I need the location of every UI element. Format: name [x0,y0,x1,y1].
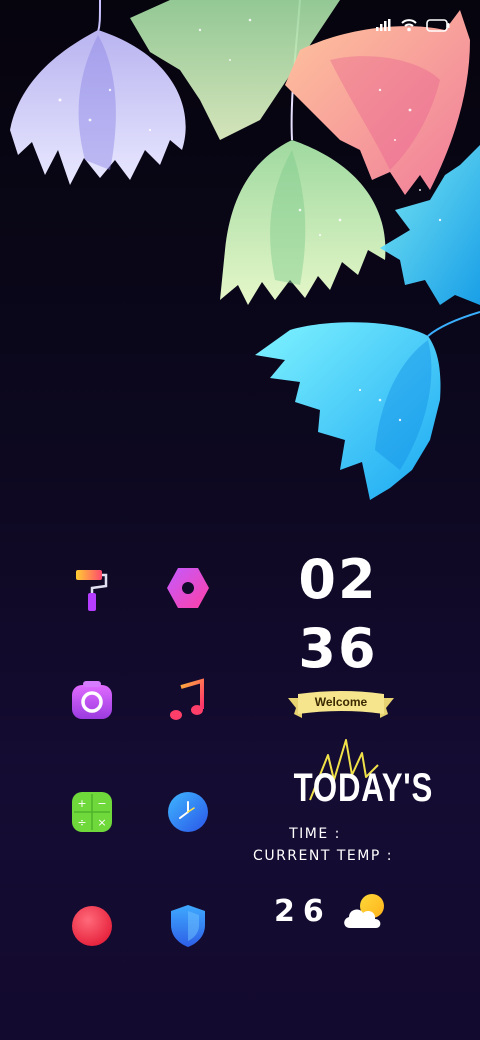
current-temp-label: CURRENT TEMP : [253,848,393,864]
battery-icon [426,18,450,32]
signal-icon [376,19,391,31]
red-circle-icon [72,906,112,946]
wifi-icon [401,19,417,32]
music-app[interactable] [158,670,218,730]
flower-wallpaper [10,0,480,500]
themes-app[interactable] [62,558,122,618]
status-bar [376,18,450,32]
svg-text:×: × [97,816,106,829]
clock-minute: 36 [298,617,378,680]
svg-text:÷: ÷ [77,816,86,829]
settings-app[interactable] [158,558,218,618]
temperature-value: 26 [274,894,332,929]
clock-icon [168,792,208,832]
camera-icon [72,681,112,719]
svg-text:−: − [97,797,106,810]
svg-text:+: + [77,797,86,810]
time-label: TIME : [289,826,341,842]
paint-roller-icon [76,570,108,611]
partly-cloudy-icon [344,894,384,928]
camera-app[interactable] [62,670,122,730]
clock-hour: 02 [298,548,378,611]
calculator-icon: + − ÷ × [72,792,112,832]
calculator-app[interactable]: + − ÷ × [62,782,122,842]
welcome-text: Welcome [314,695,368,709]
music-note-icon [170,678,204,720]
shield-icon [171,905,205,947]
recorder-app[interactable] [62,896,122,956]
hex-nut-icon [167,568,209,608]
clock-app[interactable] [158,782,218,842]
todays-heading: TODAY'S [293,766,434,810]
security-app[interactable] [158,896,218,956]
